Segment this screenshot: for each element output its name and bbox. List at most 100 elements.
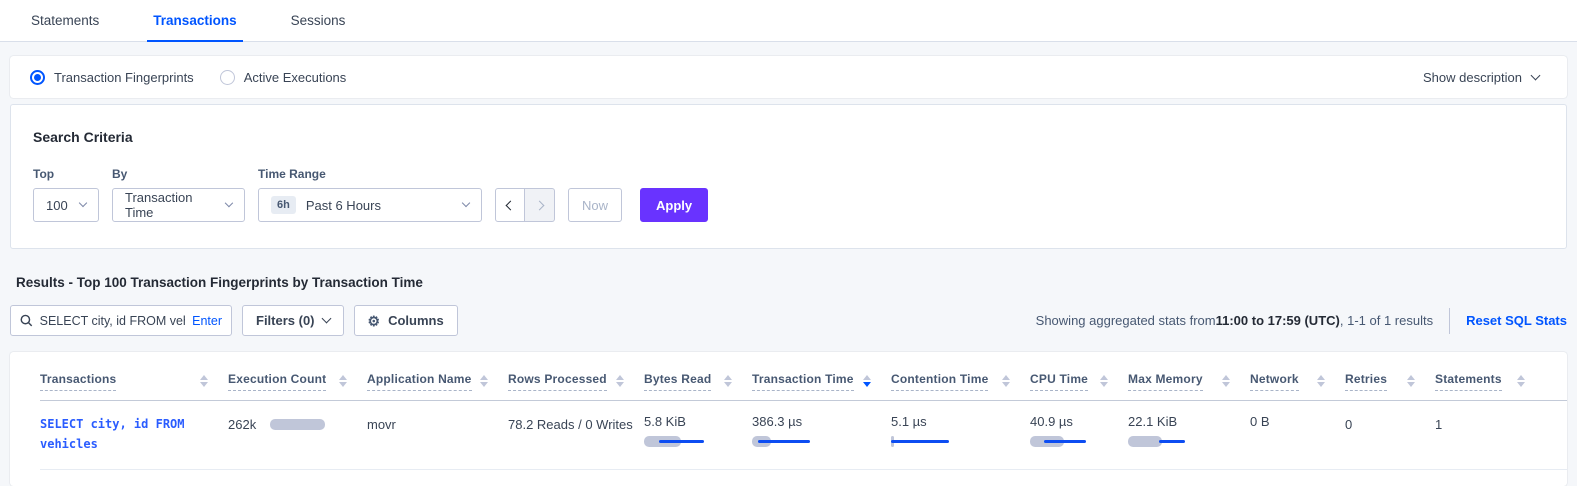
time-range-badge: 6h [271, 196, 296, 214]
sort-icon[interactable] [480, 375, 488, 387]
max-memory-bar [1128, 436, 1218, 447]
sort-icon[interactable] [1002, 375, 1010, 387]
bar-blue [758, 440, 809, 443]
column-header-label[interactable]: Network [1250, 372, 1299, 391]
stats-time-range: 11:00 to 17:59 (UTC) [1216, 313, 1340, 328]
sort-icon[interactable] [339, 375, 347, 387]
by-select[interactable]: Transaction Time [112, 188, 245, 222]
show-description-label: Show description [1423, 70, 1522, 85]
chevron-left-icon [505, 200, 515, 210]
now-button[interactable]: Now [568, 188, 622, 222]
previous-time-range-button[interactable] [495, 188, 525, 222]
columns-button[interactable]: ⚙ Columns [354, 305, 458, 336]
column-header-contention-time[interactable]: Contention Time [891, 366, 1030, 400]
view-toggle-group: Transaction Fingerprints Active Executio… [30, 70, 346, 85]
column-header-label[interactable]: Statements [1435, 372, 1502, 391]
column-header-label[interactable]: CPU Time [1030, 372, 1088, 391]
transaction-fingerprint-link[interactable]: SELECT city, id FROMvehicles [40, 414, 208, 455]
next-time-range-button[interactable] [525, 188, 555, 222]
cell-application-name: movr [367, 414, 508, 455]
column-header-execution-count[interactable]: Execution Count [228, 366, 367, 400]
sort-icon[interactable] [616, 375, 624, 387]
chevron-down-icon [462, 199, 470, 207]
radio-active-executions[interactable]: Active Executions [220, 70, 347, 85]
search-input[interactable]: SELECT city, id FROM vehicles W Enter [10, 305, 232, 336]
column-header-label[interactable]: Transaction Time [752, 372, 854, 391]
bar-blue [1159, 440, 1185, 443]
column-header-label[interactable]: Max Memory [1128, 372, 1203, 391]
radio-selected-icon [30, 70, 45, 85]
search-icon [20, 314, 33, 327]
cell-max-memory: 22.1 KiB [1128, 414, 1250, 455]
column-header-max-memory[interactable]: Max Memory [1128, 366, 1250, 400]
tab-transactions[interactable]: Transactions [147, 13, 242, 42]
aggregated-stats-text: Showing aggregated stats from 11:00 to 1… [1036, 313, 1433, 328]
time-range-select[interactable]: 6h Past 6 Hours [258, 188, 482, 222]
cell-statements: 1 [1435, 414, 1545, 455]
tab-bar: Statements Transactions Sessions [0, 0, 1577, 42]
apply-button[interactable]: Apply [640, 188, 708, 222]
tab-statements[interactable]: Statements [25, 13, 105, 42]
column-header-label[interactable]: Execution Count [228, 372, 326, 391]
bytes-read-bar [644, 436, 734, 447]
search-criteria-title: Search Criteria [33, 129, 1544, 145]
cell-execution-count: 262k [228, 414, 367, 455]
execution-count-value: 262k [228, 417, 256, 432]
sort-icon[interactable] [863, 375, 871, 387]
stats-prefix: Showing aggregated stats from [1036, 313, 1216, 328]
sort-icon[interactable] [724, 375, 732, 387]
search-criteria-controls: Top 100 By Transaction Time Time Range 6… [33, 167, 1544, 222]
filters-button[interactable]: Filters (0) [242, 305, 344, 336]
tab-sessions[interactable]: Sessions [285, 13, 352, 42]
column-header-label[interactable]: Transactions [40, 372, 116, 391]
bar-gray [1128, 436, 1162, 447]
max-memory-value: 22.1 KiB [1128, 414, 1177, 429]
sort-icon[interactable] [1222, 375, 1230, 387]
bar-blue [659, 440, 704, 443]
chevron-down-icon [321, 314, 331, 324]
chevron-right-icon [535, 200, 545, 210]
top-label: Top [33, 167, 99, 181]
column-header-statements[interactable]: Statements [1435, 366, 1545, 400]
column-header-label[interactable]: Retries [1345, 372, 1387, 391]
by-label: By [112, 167, 245, 181]
top-select[interactable]: 100 [33, 188, 99, 222]
column-header-label[interactable]: Contention Time [891, 372, 988, 391]
time-range-label: Time Range [258, 167, 482, 181]
column-header-transaction-time[interactable]: Transaction Time [752, 366, 891, 400]
time-range-value: Past 6 Hours [306, 198, 381, 213]
stats-suffix: , 1-1 of 1 results [1340, 313, 1433, 328]
radio-transaction-fingerprints[interactable]: Transaction Fingerprints [30, 70, 194, 85]
column-header-bytes-read[interactable]: Bytes Read [644, 366, 752, 400]
cell-network: 0 B [1250, 414, 1345, 455]
show-description-toggle[interactable]: Show description [1423, 70, 1539, 85]
sort-icon[interactable] [1407, 375, 1415, 387]
sort-icon[interactable] [1317, 375, 1325, 387]
execution-count-bar [270, 419, 360, 430]
search-criteria-card: Search Criteria Top 100 By Transaction T… [10, 104, 1567, 249]
bytes-read-value: 5.8 KiB [644, 414, 686, 429]
column-header-network[interactable]: Network [1250, 366, 1345, 400]
column-header-application-name[interactable]: Application Name [367, 366, 508, 400]
by-select-value: Transaction Time [125, 190, 216, 220]
column-header-label[interactable]: Bytes Read [644, 372, 711, 391]
column-header-rows-processed[interactable]: Rows Processed [508, 366, 644, 400]
column-header-cpu-time[interactable]: CPU Time [1030, 366, 1128, 400]
column-header-label[interactable]: Rows Processed [508, 372, 607, 391]
sort-icon[interactable] [1100, 375, 1108, 387]
vertical-divider [1449, 308, 1450, 334]
search-enter-hint[interactable]: Enter [192, 314, 222, 328]
cell-cpu-time: 40.9 µs [1030, 414, 1128, 455]
sort-icon[interactable] [200, 375, 208, 387]
column-header-transactions[interactable]: Transactions [40, 366, 228, 400]
cpu-time-bar [1030, 436, 1120, 447]
sort-icon[interactable] [1517, 375, 1525, 387]
column-header-label[interactable]: Application Name [367, 372, 472, 391]
radio-label: Active Executions [244, 70, 347, 85]
reset-sql-stats-link[interactable]: Reset SQL Stats [1466, 313, 1567, 328]
column-header-retries[interactable]: Retries [1345, 366, 1435, 400]
cell-retries: 0 [1345, 414, 1435, 455]
chevron-down-icon [1531, 70, 1541, 80]
cell-bytes-read: 5.8 KiB [644, 414, 752, 455]
chevron-down-icon [79, 199, 87, 207]
